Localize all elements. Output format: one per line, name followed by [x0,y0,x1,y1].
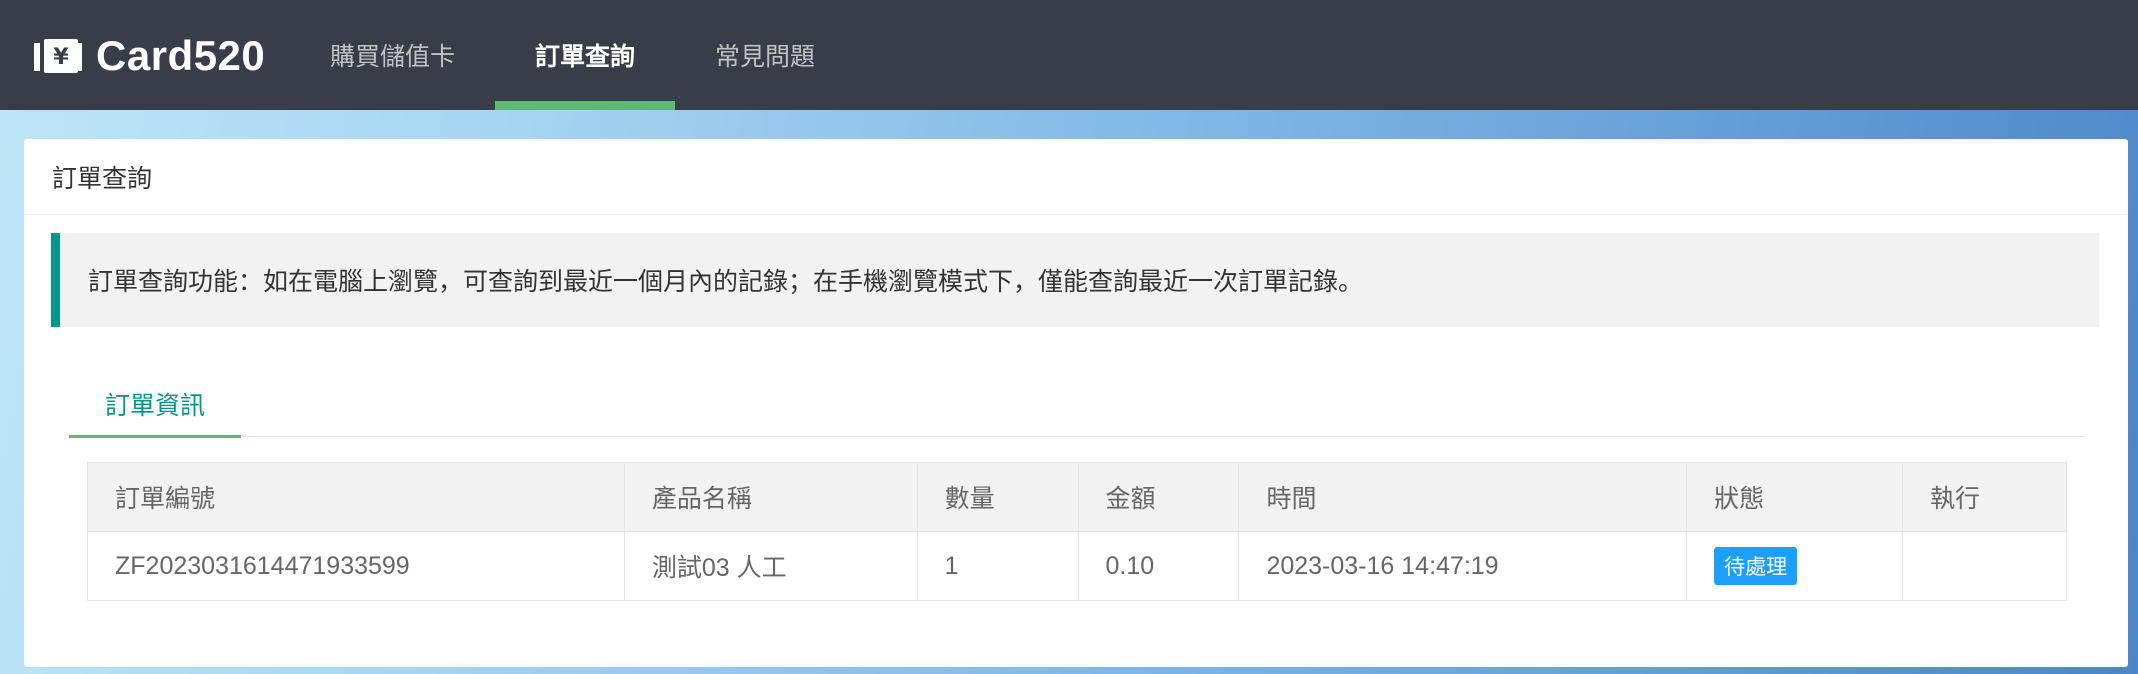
tab-order-info[interactable]: 訂單資訊 [69,371,241,438]
order-number-cell: ZF2023031614471933599 [87,531,625,601]
card-title: 訂單查詢 [24,139,2128,215]
orders-table: 訂單編號 產品名稱 數量 金額 時間 狀態 執行 ZF2023031614471… [87,462,2067,601]
svg-text:¥: ¥ [53,45,69,70]
nav-item-order-query[interactable]: 訂單查詢 [495,0,676,110]
status-badge: 待處理 [1714,547,1798,585]
product-name-cell: 測試03 人工 [623,531,918,601]
column-header: 金額 [1077,462,1240,532]
amount-cell: 0.10 [1077,531,1240,601]
top-header: ¥ Card520 購買儲值卡 訂單查詢 常見問題 [0,0,2138,110]
column-header: 數量 [916,462,1079,532]
quantity-cell: 1 [916,531,1079,601]
column-header: 時間 [1238,462,1688,532]
column-header: 執行 [1902,462,2067,532]
column-header: 狀態 [1686,462,1904,532]
table-row: ZF2023031614471933599 測試03 人工 1 0.10 202… [87,531,2067,601]
table-header-row: 訂單編號 產品名稱 數量 金額 時間 狀態 執行 [87,462,2067,532]
notice-box: 訂單查詢功能：如在電腦上瀏覽，可查詢到最近一個月內的記錄；在手機瀏覽模式下，僅能… [51,233,2099,327]
nav-item-faq[interactable]: 常見問題 [675,0,855,110]
order-query-card: 訂單查詢 訂單查詢功能：如在電腦上瀏覽，可查詢到最近一個月內的記錄；在手機瀏覽模… [24,139,2128,667]
card-yen-icon: ¥ [34,36,84,76]
column-header: 訂單編號 [87,462,625,532]
status-cell: 待處理 [1686,531,1904,601]
column-header: 產品名稱 [623,462,918,532]
nav-item-buy-card[interactable]: 購買儲值卡 [290,0,495,110]
main-nav: 購買儲值卡 訂單查詢 常見問題 [290,0,855,110]
action-cell [1902,531,2067,601]
brand-name: Card520 [96,32,266,79]
tab-bar: 訂單資訊 [69,371,2085,438]
brand-logo[interactable]: ¥ Card520 [34,32,265,80]
time-cell: 2023-03-16 14:47:19 [1238,531,1688,601]
